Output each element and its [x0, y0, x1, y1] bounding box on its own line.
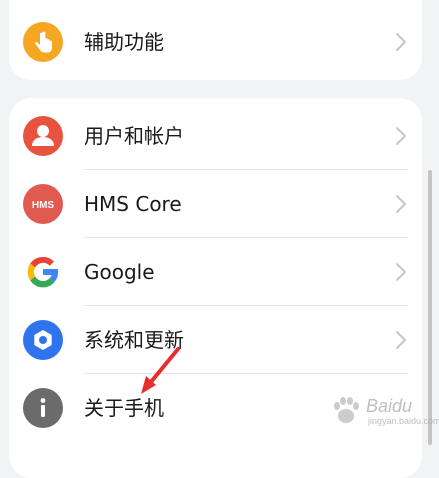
- settings-item-label: 用户和帐户: [84, 124, 184, 148]
- info-icon: [23, 388, 63, 428]
- settings-item-accessibility[interactable]: 辅助功能: [9, 8, 422, 76]
- chevron-right-icon: [396, 127, 406, 145]
- settings-item-hms-core[interactable]: HMS HMS Core: [9, 170, 422, 238]
- gear-icon: [23, 320, 63, 360]
- user-icon: [23, 116, 63, 156]
- baidu-watermark: Baidu jingyan.baidu.com: [328, 390, 439, 430]
- svg-text:HMS: HMS: [32, 200, 55, 211]
- settings-item-label: 关于手机: [84, 396, 164, 420]
- chevron-right-icon: [396, 33, 406, 51]
- hms-logo-icon: HMS: [23, 184, 63, 224]
- chevron-right-icon: [396, 263, 406, 281]
- watermark-sub: jingyan.baidu.com: [368, 416, 439, 426]
- chevron-right-icon: [396, 331, 406, 349]
- google-g-icon: [23, 252, 63, 292]
- settings-item-label: 系统和更新: [84, 328, 184, 352]
- settings-item-users-accounts[interactable]: 用户和帐户: [9, 102, 422, 170]
- settings-item-google[interactable]: Google: [9, 238, 422, 306]
- settings-item-label: 辅助功能: [84, 30, 164, 54]
- watermark-brand: Baidu: [366, 396, 413, 416]
- chevron-right-icon: [396, 195, 406, 213]
- settings-group-top: 辅助功能: [9, 0, 422, 80]
- baidu-paw-icon: [334, 397, 359, 423]
- settings-item-label: HMS Core: [84, 192, 182, 216]
- settings-item-system-updates[interactable]: 系统和更新: [9, 306, 422, 374]
- hand-pointer-icon: [23, 22, 63, 62]
- settings-item-label: Google: [84, 260, 155, 284]
